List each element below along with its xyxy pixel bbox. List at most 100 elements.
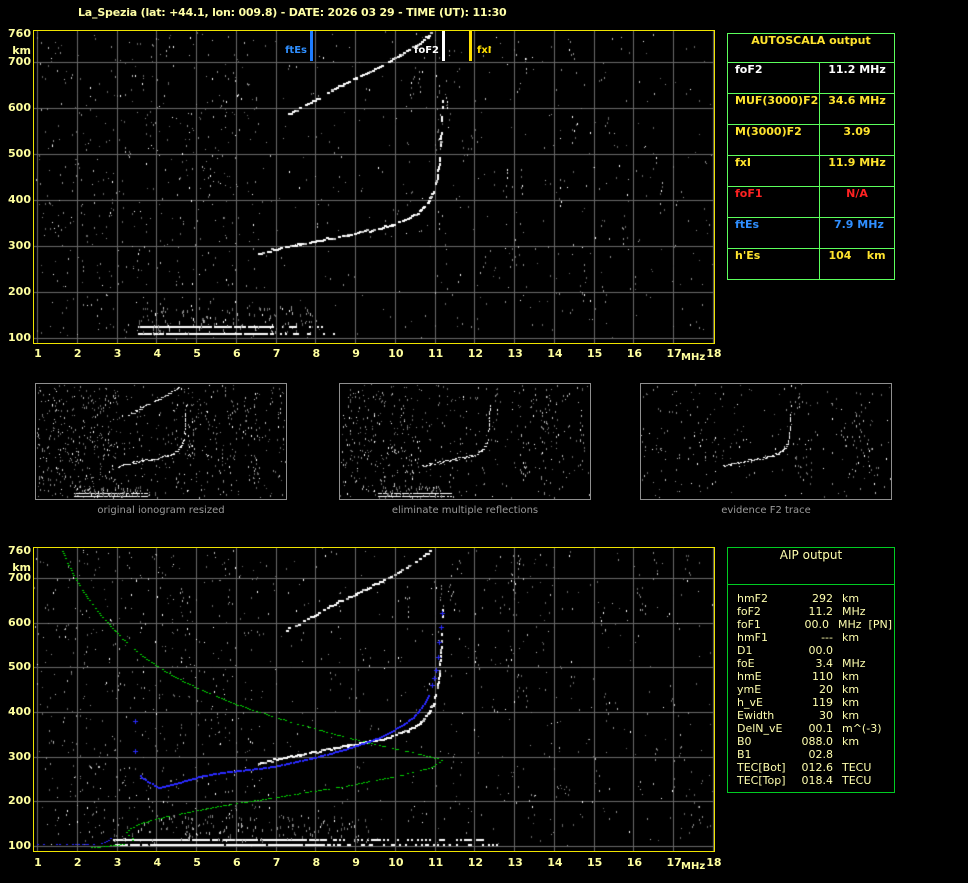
- xtick-14-panel1: 14: [544, 856, 566, 869]
- xtick-6-panel0: 6: [226, 347, 248, 360]
- aip-extra: [PN]: [869, 618, 892, 631]
- aip-row-tecbot: TEC[Bot]012.6TECU: [737, 761, 892, 774]
- ytick-760-panel0: 760: [0, 27, 31, 40]
- thumbnail-f2-trace-evidence: [640, 383, 892, 500]
- ytick-200-panel0: 200: [0, 285, 31, 298]
- aip-row-foe: foE3.4MHz: [737, 657, 892, 670]
- xtick-12-panel0: 12: [464, 347, 486, 360]
- xtick-3-panel1: 3: [107, 856, 129, 869]
- autoscala-output-table: AUTOSCALA output foF211.2 MHzMUF(3000)F2…: [727, 33, 895, 280]
- autoscala-param-label: ftEs: [728, 218, 820, 248]
- ftes-marker-label: ftEs: [281, 45, 307, 56]
- aip-unit: TECU: [842, 761, 871, 774]
- autoscala-param-label: foF1: [728, 187, 820, 217]
- aip-value: 00.1: [794, 722, 833, 735]
- xtick-16-panel0: 16: [623, 347, 645, 360]
- aip-row-tectop: TEC[Top]018.4TECU: [737, 774, 892, 787]
- ytick-600-panel1: 600: [0, 616, 31, 629]
- aip-row-d1: D100.0: [737, 644, 892, 657]
- aip-row-ewidth: Ewidth30km: [737, 709, 892, 722]
- autoscala-param-value: 11.2 MHz: [820, 63, 894, 93]
- thumbnail-original-ionogram: [35, 383, 287, 500]
- thumbnail-caption-multiples: eliminate multiple reflections: [339, 505, 591, 516]
- autoscala-param-value: N/A: [820, 187, 894, 217]
- aip-value: ---: [794, 631, 833, 644]
- xtick-18-panel1: 18: [703, 856, 725, 869]
- xtick-11-panel1: 11: [425, 856, 447, 869]
- aip-name: ymE: [737, 683, 794, 696]
- xtick-5-panel0: 5: [186, 347, 208, 360]
- autoscala-param-value: 104 km: [820, 249, 894, 279]
- ytick-100-panel0: 100: [0, 331, 31, 344]
- aip-unit: km: [842, 592, 859, 605]
- xtick-5-panel1: 5: [186, 856, 208, 869]
- ftes-marker-line: [310, 31, 313, 61]
- autoscala-param-value: 11.9 MHz: [820, 156, 894, 186]
- xtick-10-panel1: 10: [385, 856, 407, 869]
- autoscala-row-hes: h'Es104 km: [728, 248, 894, 279]
- autoscala-row-ftes: ftEs 7.9 MHz: [728, 217, 894, 248]
- xtick-9-panel1: 9: [345, 856, 367, 869]
- ytick-300-panel0: 300: [0, 239, 31, 252]
- xtick-12-panel1: 12: [464, 856, 486, 869]
- aip-row-yme: ymE20km: [737, 683, 892, 696]
- aip-name: foE: [737, 657, 794, 670]
- xtick-7-panel0: 7: [266, 347, 288, 360]
- aip-name: foF2: [737, 605, 794, 618]
- ytick-600-panel0: 600: [0, 101, 31, 114]
- xtick-4-panel1: 4: [146, 856, 168, 869]
- autoscala-param-value: 7.9 MHz: [820, 218, 894, 248]
- autoscala-param-value: 3.09: [820, 125, 894, 155]
- xtick-1-panel0: 1: [27, 347, 49, 360]
- aip-value: 018.4: [794, 774, 833, 787]
- aip-value: 00.0: [794, 644, 833, 657]
- aip-row-b1: B102.8: [737, 748, 892, 761]
- autoscala-param-label: h'Es: [728, 249, 820, 279]
- aip-value: 11.2: [794, 605, 833, 618]
- xtick-13-panel0: 13: [504, 347, 526, 360]
- aip-name: B0: [737, 735, 794, 748]
- autoscala-param-value: 34.6 MHz: [820, 94, 894, 124]
- xaxis-unit-mhz-panel0: MHz: [681, 352, 705, 363]
- xtick-14-panel0: 14: [544, 347, 566, 360]
- xtick-9-panel0: 9: [345, 347, 367, 360]
- aip-profile-ionogram-plot: [33, 547, 715, 852]
- ytick-500-panel0: 500: [0, 147, 31, 160]
- xtick-1-panel1: 1: [27, 856, 49, 869]
- aip-unit: km: [842, 696, 859, 709]
- aip-row-delnve: DelN_vE00.1 m^(-3): [737, 722, 892, 735]
- thumbnail-caption-original: original ionogram resized: [35, 505, 287, 516]
- aip-name: DelN_vE: [737, 722, 794, 735]
- xtick-8-panel0: 8: [305, 347, 327, 360]
- aip-unit: km: [842, 683, 859, 696]
- xtick-15-panel1: 15: [584, 856, 606, 869]
- xtick-2-panel1: 2: [67, 856, 89, 869]
- aip-name: B1: [737, 748, 794, 761]
- xtick-2-panel0: 2: [67, 347, 89, 360]
- aip-output-table: AIP output hmF2292kmfoF211.2MHzfoF100.0M…: [727, 547, 895, 793]
- xtick-16-panel1: 16: [623, 856, 645, 869]
- aip-unit: m^(-3): [842, 722, 881, 735]
- aip-row-hmf1: hmF1---km: [737, 631, 892, 644]
- ytick-500-panel1: 500: [0, 660, 31, 673]
- aip-value: 02.8: [794, 748, 833, 761]
- thumbnail-caption-evidence: evidence F2 trace: [640, 505, 892, 516]
- aip-row-hme: hmE110km: [737, 670, 892, 683]
- autoscala-param-label: fxI: [728, 156, 820, 186]
- ytick-300-panel1: 300: [0, 750, 31, 763]
- xtick-8-panel1: 8: [305, 856, 327, 869]
- aip-unit: MHz: [842, 605, 866, 618]
- autoscala-row-muf3000f2: MUF(3000)F234.6 MHz: [728, 93, 894, 124]
- aip-name: hmF2: [737, 592, 794, 605]
- aip-row-fof2: foF211.2 MHz: [737, 605, 892, 618]
- aip-value: 012.6: [794, 761, 833, 774]
- autoscala-param-label: M(3000)F2: [728, 125, 820, 155]
- autoscala-param-label: foF2: [728, 63, 820, 93]
- aip-unit: MHz: [838, 618, 862, 631]
- aip-unit: TECU: [842, 774, 871, 787]
- aip-value: 00.0: [792, 618, 829, 631]
- ytick-400-panel0: 400: [0, 193, 31, 206]
- fof2-marker-label: foF2: [410, 45, 439, 56]
- aip-name: hmF1: [737, 631, 794, 644]
- aip-value: 119: [794, 696, 833, 709]
